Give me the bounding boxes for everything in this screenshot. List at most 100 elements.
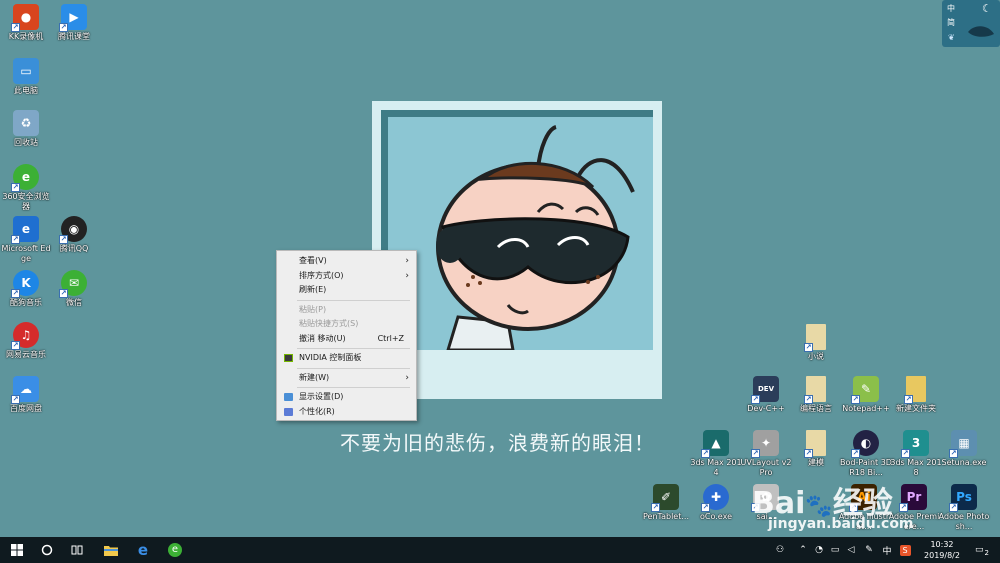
nvidia-icon — [284, 354, 293, 362]
task-view-button[interactable] — [62, 537, 92, 563]
network-icon[interactable]: ◔ — [812, 537, 826, 563]
start-button[interactable] — [2, 537, 32, 563]
menu-item-sort-by[interactable]: 排序方式(O) › — [277, 269, 416, 284]
browser-icon: e — [168, 543, 182, 557]
menu-item-undo-move[interactable]: 撤消 移动(U) Ctrl+Z — [277, 332, 416, 347]
menu-item-paste-shortcut[interactable]: 粘贴快捷方式(S) — [277, 317, 416, 332]
sogou-ime-icon[interactable]: S — [898, 537, 912, 563]
system-clock[interactable]: 10:32 2019/8/2 — [920, 539, 964, 561]
desktop-icon-this-pc[interactable]: ▭ 此电脑 — [0, 58, 52, 96]
desktop-icon-kugou[interactable]: K ↗ 酷狗音乐 — [0, 270, 52, 308]
language-widget[interactable]: 中 简 ❦ ☾ — [942, 0, 1000, 47]
desktop-icon-novel[interactable]: ↗ 小说 — [790, 324, 842, 362]
desktop-icon-360-browser[interactable]: e ↗ 360安全浏览器 — [0, 164, 52, 212]
desktop-icon-uvlayout[interactable]: ✦ ↗ UVLayout v2 Pro — [740, 430, 792, 478]
taskbar-file-explorer[interactable] — [96, 537, 126, 563]
circle-search-icon — [41, 544, 53, 556]
desktop-icon-bodypaint[interactable]: ◐ ↗ Bod-Paint 3D R18 Bi... — [840, 430, 892, 478]
browser-icon: e ↗ — [11, 164, 39, 192]
desktop-icon-devcpp[interactable]: DEV ↗ Dev-C++ — [740, 376, 792, 414]
volume-icon[interactable]: ◁ — [844, 537, 858, 563]
penguin-icon: ◉ ↗ — [59, 216, 87, 244]
battery-icon[interactable]: ▭ — [828, 537, 842, 563]
sphere-icon: ◐ ↗ — [851, 430, 879, 458]
whale-icon — [968, 26, 994, 37]
widget-line-2: 简 — [947, 18, 955, 27]
menu-item-nvidia-control-panel[interactable]: NVIDIA 控制面板 — [277, 351, 416, 366]
taskbar-edge[interactable]: e — [128, 537, 158, 563]
cloud-icon: ☁ ↗ — [11, 376, 39, 404]
folder-icon — [104, 546, 118, 556]
chevron-up-icon[interactable]: ⌃ — [796, 537, 810, 563]
menu-separator — [297, 348, 410, 349]
desktop-icon-label: 新建文件夹 — [896, 404, 936, 413]
desktop-icon-programming[interactable]: ↗ 编程语言 — [790, 376, 842, 414]
desktop-icon-modeling[interactable]: ↗ 建模 — [790, 430, 842, 468]
3d-app-icon: 3 ↗ — [901, 430, 929, 458]
ide-icon: DEV ↗ — [751, 376, 779, 404]
menu-item-label: 新建(W) — [299, 372, 330, 382]
desktop-icon-baidu-netdisk[interactable]: ☁ ↗ 百度网盘 — [0, 376, 52, 414]
tablet-icon: ✐ ↗ — [651, 484, 679, 512]
chevron-right-icon: › — [405, 270, 409, 281]
menu-item-paste[interactable]: 粘贴(P) — [277, 303, 416, 318]
desktop-icon-label: Bod-Paint 3D R18 Bi... — [840, 458, 892, 477]
menu-item-refresh[interactable]: 刷新(E) — [277, 283, 416, 298]
desktop-icon-pentablet[interactable]: ✐ ↗ PenTablet... — [640, 484, 692, 522]
menu-item-display-settings[interactable]: 显示设置(D) — [277, 390, 416, 405]
desktop-icon-label: 回收站 — [14, 138, 38, 147]
people-icon[interactable]: ⚇ — [772, 537, 788, 563]
chevron-right-icon: › — [405, 372, 409, 383]
menu-item-label: 粘贴(P) — [299, 304, 327, 314]
desktop-icon-label: 腾讯QQ — [59, 244, 89, 253]
desktop-icon-qq[interactable]: ◉ ↗ 腾讯QQ — [48, 216, 100, 254]
recycle-bin-icon: ♻ — [13, 110, 39, 136]
chat-icon: ✉ ↗ — [59, 270, 87, 298]
menu-item-personalize[interactable]: 个性化(R) — [277, 405, 416, 420]
wallpaper-caption: 不要为旧的悲伤，浪费新的眼泪！ — [340, 431, 655, 455]
desktop-icon-label: 编程语言 — [800, 404, 832, 413]
action-center-button[interactable]: ▭ 2 — [970, 537, 994, 563]
edge-icon: e ↗ — [11, 216, 39, 244]
menu-item-view[interactable]: 查看(V) › — [277, 254, 416, 269]
task-view-icon — [71, 545, 83, 555]
menu-item-label: 撤消 移动(U) — [299, 333, 346, 343]
personalize-icon — [284, 407, 293, 416]
file-icon: ↗ — [804, 430, 826, 458]
desktop-icon-label: 百度网盘 — [10, 404, 42, 413]
desktop-icon-new-folder[interactable]: ↗ 新建文件夹 — [890, 376, 942, 414]
desktop-icon-setuna[interactable]: ▦ ↗ Setuna.exe — [938, 430, 990, 468]
wallpaper-photo — [381, 110, 653, 350]
desktop-icon-label: Dev-C++ — [747, 404, 785, 413]
menu-item-label: 查看(V) — [299, 256, 327, 265]
desktop-icon-notepadpp[interactable]: ✎ ↗ Notepad++ — [840, 376, 892, 414]
desktop-icon-label: 3ds Max 2014 — [690, 458, 742, 477]
desktop-icon-recycle-bin[interactable]: ♻ 回收站 — [0, 110, 52, 148]
recorder-icon: ● ↗ — [11, 4, 39, 32]
desktop-icon-label: 建模 — [808, 458, 824, 467]
desktop-icon-wechat[interactable]: ✉ ↗ 微信 — [48, 270, 100, 308]
desktop-icon-oco[interactable]: ✚ ↗ oCo.exe — [690, 484, 742, 522]
menu-item-new[interactable]: 新建(W) › — [277, 371, 416, 386]
desktop-icon-label: PenTablet... — [643, 512, 689, 521]
desktop-icon-label: 3ds Max 2018 — [890, 458, 942, 477]
desktop-icon-label: Setuna.exe — [941, 458, 987, 467]
notification-count: 2 — [984, 549, 989, 557]
menu-item-label: NVIDIA 控制面板 — [299, 353, 362, 362]
pen-icon[interactable]: ✎ — [862, 537, 876, 563]
taskbar-360-browser[interactable]: e — [160, 537, 190, 563]
desktop-icon-netease-music[interactable]: ♫ ↗ 网易云音乐 — [0, 322, 52, 360]
ime-indicator[interactable]: 中 — [880, 537, 894, 563]
desktop-icon-tencent-classroom[interactable]: ▶ ↗ 腾讯课堂 — [48, 4, 100, 42]
cortana-search-button[interactable] — [32, 537, 62, 563]
folder-icon: ↗ — [904, 376, 926, 404]
desktop-icon-label: 网易云音乐 — [6, 350, 46, 359]
menu-item-label: 个性化(R) — [299, 406, 335, 416]
desktop[interactable]: ● ↗ KK录像机 ▶ ↗ 腾讯课堂 ▭ 此电脑 ♻ 回收站 e ↗ 360安全浏览器… — [0, 0, 1000, 537]
desktop-icon-3dsmax-2018[interactable]: 3 ↗ 3ds Max 2018 — [890, 430, 942, 478]
app-icon: ✚ ↗ — [701, 484, 729, 512]
notepad-icon: ✎ ↗ — [851, 376, 879, 404]
desktop-icon-edge[interactable]: e ↗ Microsoft Edge — [0, 216, 52, 264]
cartoon-character-illustration — [436, 125, 635, 350]
desktop-icon-kk-recorder[interactable]: ● ↗ KK录像机 — [0, 4, 52, 42]
